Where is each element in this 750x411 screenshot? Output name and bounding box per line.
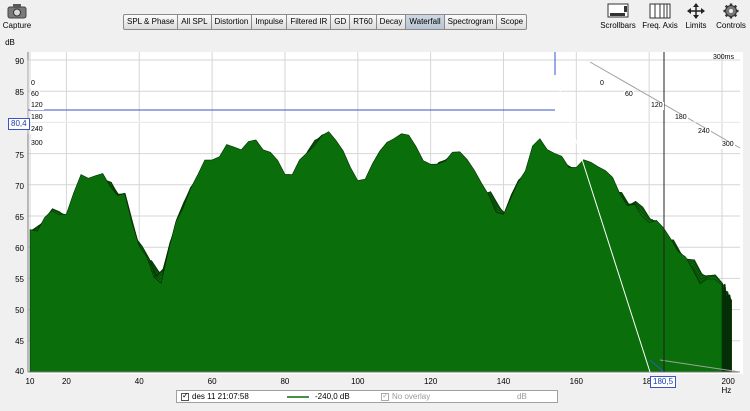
- waterfall-window: Capture SPL & Phase All SPL Distortion Impu…: [0, 0, 750, 411]
- time-label-right: 240: [697, 128, 711, 136]
- x-tick-label: 60: [207, 377, 217, 386]
- measurement-checkbox[interactable]: [181, 391, 189, 401]
- overlay-checkbox[interactable]: [381, 391, 389, 401]
- series-swatch: [287, 395, 309, 398]
- overlay-unit: dB: [517, 392, 527, 401]
- legend-level: -240,0 dB: [287, 392, 350, 401]
- x-tick-label: 10: [25, 377, 35, 386]
- x-tick-label: 40: [134, 377, 144, 386]
- time-label-right: 300: [721, 141, 735, 149]
- y-unit-label: dB: [5, 38, 15, 47]
- time-label-left: 180: [30, 114, 44, 122]
- legend-bar: des 11 21:07:58 -240,0 dB No overlay dB: [176, 390, 558, 403]
- y-tick-label: 60: [15, 244, 24, 253]
- x-unit-label: 200 Hz: [721, 377, 735, 395]
- x-tick-label: 160: [569, 377, 583, 386]
- y-tick-label: 50: [15, 306, 24, 315]
- y-tick-label: 70: [15, 182, 24, 191]
- overlay-label: No overlay: [392, 392, 431, 401]
- time-label-left: 240: [30, 126, 44, 134]
- time-axis-top-label: 300ms: [713, 54, 735, 61]
- x-tick-label: 80: [280, 377, 290, 386]
- time-label-right: 60: [624, 91, 634, 99]
- time-label-left: 60: [30, 91, 40, 99]
- y-tick-label: 45: [15, 337, 24, 346]
- y-tick-label: 55: [15, 275, 24, 284]
- time-label-left: 300: [30, 140, 44, 148]
- y-tick-label: 65: [15, 213, 24, 222]
- legend-date: des 11 21:07:58: [192, 392, 249, 401]
- y-tick-label: 85: [15, 88, 24, 97]
- legend-level-value: -240,0 dB: [315, 392, 350, 401]
- y-tick-label: 40: [15, 367, 24, 376]
- time-label-right: 120: [650, 102, 664, 110]
- y-tick-label: 75: [15, 151, 24, 160]
- x-tick-label: 120: [423, 377, 438, 386]
- time-label-right: 0: [599, 80, 605, 88]
- waterfall-plot[interactable]: [0, 0, 750, 411]
- x-tick-label: 100: [351, 377, 365, 386]
- legend-overlay[interactable]: No overlay: [381, 391, 431, 401]
- x-tick-label: 140: [496, 377, 511, 386]
- legend-measurement[interactable]: des 11 21:07:58: [181, 391, 249, 401]
- x-tick-label: 20: [61, 377, 71, 386]
- time-label-right: 180: [674, 114, 688, 122]
- cursor-hz-readout[interactable]: 180,5: [650, 376, 677, 388]
- y-tick-label: 90: [15, 57, 24, 66]
- time-label-left: 0: [30, 80, 36, 88]
- time-label-left: 120: [30, 102, 44, 110]
- cursor-db-readout[interactable]: 80,4: [8, 118, 30, 130]
